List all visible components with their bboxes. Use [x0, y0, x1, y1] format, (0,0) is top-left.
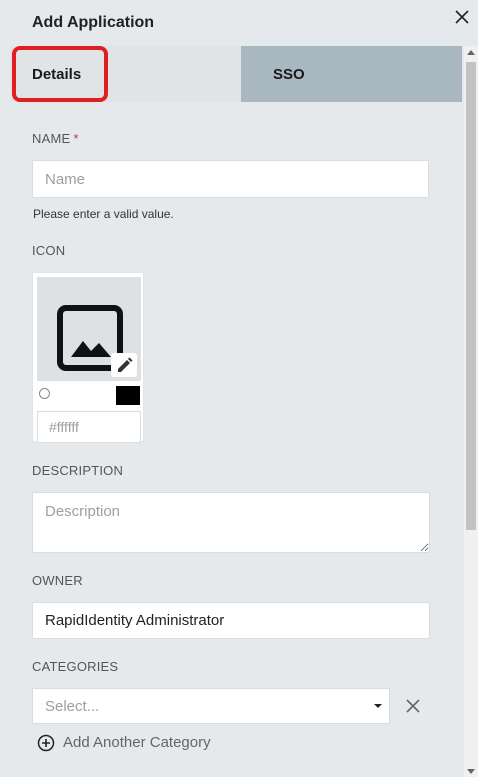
pencil-icon	[118, 357, 133, 372]
owner-input[interactable]	[32, 602, 430, 639]
name-error-text: Please enter a valid value.	[33, 207, 174, 221]
icon-picker	[32, 272, 144, 443]
tab-bar: Details SSO	[10, 46, 462, 102]
caret-down-icon	[374, 704, 382, 708]
edit-icon-button[interactable]	[111, 353, 137, 377]
close-icon	[406, 699, 420, 713]
icon-color-radio[interactable]	[39, 388, 50, 399]
tab-details-label: Details	[32, 66, 82, 83]
dialog-header: Add Application	[0, 0, 478, 46]
name-input[interactable]	[32, 160, 429, 198]
owner-label: OWNER	[32, 573, 83, 588]
category-select-placeholder: Select...	[45, 698, 100, 715]
category-select[interactable]: Select...	[32, 688, 390, 724]
close-icon	[455, 10, 469, 24]
tab-sso-label: SSO	[273, 66, 305, 83]
icon-preview[interactable]	[37, 277, 141, 381]
scrollbar-thumb[interactable]	[466, 62, 476, 530]
tab-details[interactable]: Details	[10, 46, 241, 102]
tab-sso[interactable]: SSO	[241, 46, 462, 102]
required-marker: *	[73, 131, 79, 146]
scroll-up-icon[interactable]	[467, 50, 475, 55]
description-input[interactable]	[32, 492, 430, 553]
icon-color-input[interactable]	[37, 411, 141, 443]
add-category-label: Add Another Category	[63, 734, 211, 751]
name-label: NAME *	[32, 131, 79, 146]
description-label: DESCRIPTION	[32, 463, 124, 478]
scrollbar[interactable]	[464, 46, 478, 777]
icon-color-swatch[interactable]	[116, 386, 140, 405]
clear-category-button[interactable]	[404, 697, 422, 715]
scroll-down-icon[interactable]	[467, 769, 475, 774]
categories-label: CATEGORIES	[32, 659, 119, 674]
plus-circle-icon	[37, 734, 55, 752]
icon-label: ICON	[32, 243, 66, 258]
close-button[interactable]	[450, 6, 474, 30]
dialog-title: Add Application	[32, 14, 155, 31]
